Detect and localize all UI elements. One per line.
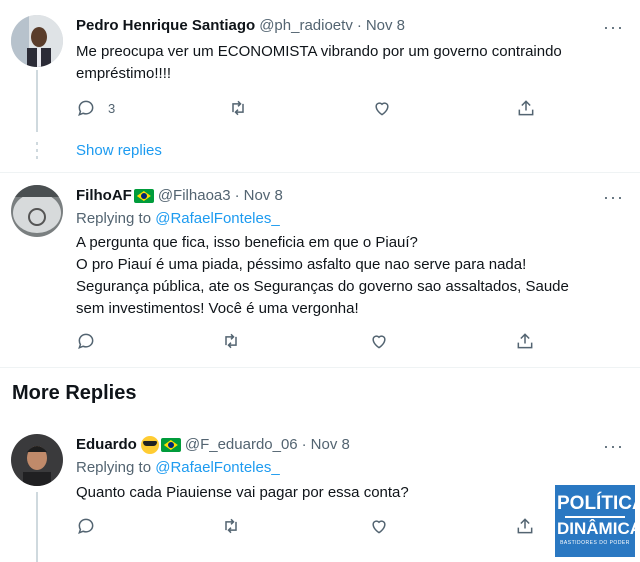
tweet-text-line: O pro Piauí é uma piada, péssimo asfalto… bbox=[76, 256, 527, 273]
logo-line-2: DINÂMICA bbox=[557, 519, 640, 538]
share-button[interactable] bbox=[515, 516, 535, 536]
mention-link[interactable]: @RafaelFonteles_ bbox=[155, 210, 279, 227]
reply-count: 3 bbox=[108, 100, 116, 116]
like-icon bbox=[372, 335, 386, 349]
author-name[interactable]: FilhoAF bbox=[76, 186, 132, 206]
tweet-actions bbox=[76, 516, 546, 538]
tweet-1[interactable]: Pedro Henrique Santiago @ph_radioetv · N… bbox=[0, 0, 640, 170]
mention-link[interactable]: @RafaelFonteles_ bbox=[155, 459, 279, 476]
reply-icon bbox=[78, 333, 94, 349]
replying-to: Replying to @RafaelFonteles_ bbox=[76, 457, 280, 479]
tweet-text: Me preocupa ver um ECONOMISTA vibrando p… bbox=[76, 41, 621, 85]
thread-dots bbox=[36, 142, 38, 159]
politica-dinamica-logo: POLÍTICA DINÂMICA BASTIDORES DO PODER bbox=[555, 485, 640, 557]
like-icon bbox=[375, 102, 389, 116]
separator-dot: · bbox=[356, 17, 362, 34]
reply-button[interactable]: 3 bbox=[76, 98, 115, 118]
reply-button[interactable] bbox=[76, 516, 96, 536]
brazil-flag-icon bbox=[160, 438, 181, 452]
separator-dot: · bbox=[301, 436, 307, 453]
like-button[interactable] bbox=[369, 331, 389, 351]
tweet-text-line: Segurança pública, ate os Seguranças do … bbox=[76, 278, 569, 295]
author-handle[interactable]: @ph_radioetv bbox=[259, 16, 353, 36]
reply-icon bbox=[78, 100, 94, 116]
tweet-header: Eduardo @F_eduardo_06 · Nov 8 bbox=[76, 435, 350, 455]
share-icon bbox=[518, 100, 534, 116]
logo-divider bbox=[565, 516, 625, 518]
retweet-icon bbox=[225, 518, 237, 534]
tweet-text: Quanto cada Piauiense vai pagar por essa… bbox=[76, 482, 621, 504]
timestamp[interactable]: Nov 8 bbox=[244, 186, 283, 206]
tweet-3[interactable]: Eduardo @F_eduardo_06 · Nov 8 ··· Replyi… bbox=[0, 422, 640, 562]
tweet-text-line: Quanto cada Piauiense vai pagar por essa… bbox=[76, 484, 409, 501]
tweet-header: Pedro Henrique Santiago @ph_radioetv · N… bbox=[76, 16, 405, 36]
tweet-text-line: Me preocupa ver um ECONOMISTA vibrando p… bbox=[76, 43, 562, 60]
share-button[interactable] bbox=[515, 331, 535, 351]
like-button[interactable] bbox=[369, 516, 389, 536]
retweet-button[interactable] bbox=[228, 98, 248, 118]
more-icon[interactable]: ··· bbox=[603, 188, 624, 206]
logo-line-3: BASTIDORES DO PODER bbox=[560, 540, 630, 546]
tweet-actions: 3 bbox=[76, 98, 546, 120]
share-button[interactable] bbox=[516, 98, 536, 118]
author-name[interactable]: Pedro Henrique Santiago bbox=[76, 16, 255, 36]
brazil-flag-icon bbox=[133, 189, 154, 203]
show-replies-link[interactable]: Show replies bbox=[76, 142, 162, 159]
tweet-text-line: sem investimentos! Você é uma vergonha! bbox=[76, 300, 359, 317]
tweet-text: A pergunta que fica, isso beneficia em q… bbox=[76, 232, 621, 320]
like-icon bbox=[372, 520, 386, 534]
logo-line-1: POLÍTICA bbox=[557, 493, 640, 514]
like-button[interactable] bbox=[372, 98, 392, 118]
divider bbox=[0, 367, 640, 368]
avatar-pedro[interactable] bbox=[11, 15, 63, 67]
thread-line bbox=[36, 492, 38, 562]
tweet-actions bbox=[76, 331, 546, 353]
more-icon[interactable]: ··· bbox=[603, 437, 624, 455]
replying-to: Replying to @RafaelFonteles_ bbox=[76, 208, 280, 230]
retweet-button[interactable] bbox=[221, 331, 241, 351]
section-title: More Replies bbox=[12, 382, 137, 404]
tweet-text-line: A pergunta que fica, isso beneficia em q… bbox=[76, 234, 418, 251]
share-icon bbox=[517, 333, 533, 349]
retweet-icon bbox=[225, 333, 237, 349]
tweet-header: FilhoAF @Filhaoa3 · Nov 8 bbox=[76, 186, 283, 206]
thread-line bbox=[36, 70, 38, 132]
retweet-icon bbox=[232, 100, 244, 116]
replying-to-label: Replying to bbox=[76, 210, 152, 227]
reply-button[interactable] bbox=[76, 331, 96, 351]
separator-dot: · bbox=[234, 187, 240, 204]
retweet-button[interactable] bbox=[221, 516, 241, 536]
timestamp[interactable]: Nov 8 bbox=[311, 435, 350, 455]
avatar-eduardo[interactable] bbox=[11, 434, 63, 486]
reply-icon bbox=[78, 518, 94, 534]
author-handle[interactable]: @F_eduardo_06 bbox=[185, 435, 298, 455]
timestamp[interactable]: Nov 8 bbox=[366, 16, 405, 36]
tweet-text-line: empréstimo!!!! bbox=[76, 65, 172, 82]
replying-to-label: Replying to bbox=[76, 459, 152, 476]
avatar-filhoaf[interactable] bbox=[11, 185, 63, 237]
author-name[interactable]: Eduardo bbox=[76, 435, 137, 455]
share-icon bbox=[517, 518, 533, 534]
author-handle[interactable]: @Filhaoa3 bbox=[158, 186, 231, 206]
tweet-2[interactable]: FilhoAF @Filhaoa3 · Nov 8 ··· Replying t… bbox=[0, 173, 640, 368]
more-icon[interactable]: ··· bbox=[603, 18, 624, 36]
sunglasses-emoji-icon bbox=[140, 436, 159, 454]
